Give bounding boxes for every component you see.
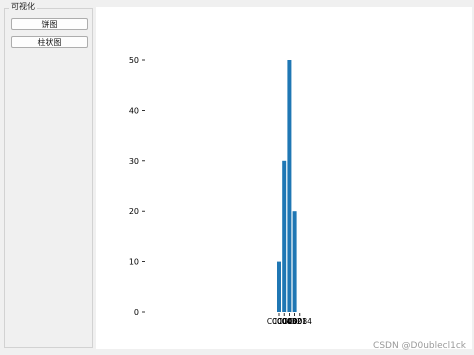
- watermark: CSDN @D0ublecl1ck: [373, 341, 466, 351]
- y-tick-label: 50: [129, 56, 139, 65]
- bar: [277, 261, 281, 312]
- bar-chart: 01020304050C0004C0003C0002C0001C0084: [129, 56, 313, 326]
- bar: [282, 160, 287, 312]
- bar: [292, 211, 297, 312]
- y-tick-label: 40: [129, 106, 139, 115]
- app-window: 可视化 饼图 柱状图 0 10 20 30 40 50 C0004 C0003 C0002 C00…: [0, 0, 474, 355]
- group-title: 可视化: [9, 2, 37, 12]
- y-tick-label: 10: [129, 258, 139, 267]
- pie-chart-button[interactable]: 饼图: [11, 18, 88, 30]
- y-tick-label: 20: [129, 207, 139, 216]
- y-tick-label: 0: [134, 308, 139, 317]
- bar-chart-button[interactable]: 柱状图: [11, 36, 88, 48]
- y-tick-label: 30: [129, 157, 139, 166]
- x-tick-label: C0084: [288, 317, 313, 326]
- bar: [287, 60, 292, 312]
- chart-canvas: 0 10 20 30 40 50 C0004 C0003 C0002 C0001 C0084: [96, 7, 472, 349]
- visualization-group: [4, 8, 93, 348]
